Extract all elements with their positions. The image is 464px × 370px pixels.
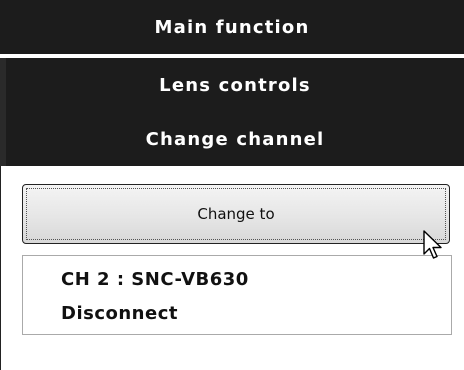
change-to-button[interactable]: Change to bbox=[22, 184, 450, 244]
lens-controls-menu[interactable]: Lens controls bbox=[0, 58, 464, 112]
main-function-menu[interactable]: Main function bbox=[0, 0, 464, 54]
panel-left-border bbox=[0, 166, 1, 370]
lens-controls-label: Lens controls bbox=[159, 74, 311, 96]
channel-list[interactable]: CH 2 : SNC-VB630 Disconnect bbox=[22, 255, 452, 335]
main-function-label: Main function bbox=[154, 16, 310, 38]
change-to-label: Change to bbox=[197, 205, 275, 223]
app-window: Main function Lens controls Change chann… bbox=[0, 0, 464, 370]
channel-option-ch2[interactable]: CH 2 : SNC-VB630 bbox=[61, 269, 249, 290]
channel-option-disconnect[interactable]: Disconnect bbox=[61, 303, 178, 324]
change-channel-label: Change channel bbox=[145, 128, 325, 150]
change-channel-menu[interactable]: Change channel bbox=[0, 112, 464, 166]
